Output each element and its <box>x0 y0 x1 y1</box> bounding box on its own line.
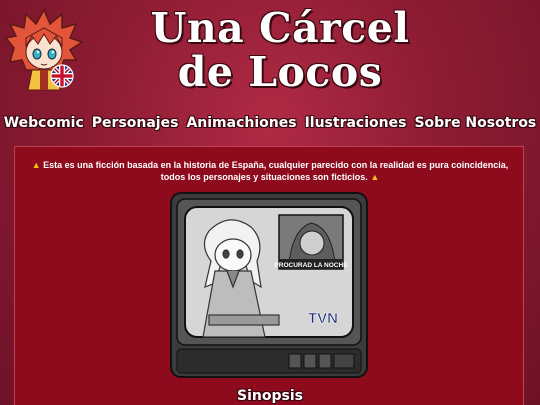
nav-item-animachiones[interactable]: Animachiones <box>186 112 296 138</box>
site-title-line2: de Locos <box>177 48 383 96</box>
nav-item-sobre-nosotros[interactable]: Sobre Nosotros <box>414 112 536 138</box>
section-heading-synopsis: Sinopsis <box>237 388 303 404</box>
disclaimer-text: Esta es una ficción basada en la histori… <box>43 160 509 182</box>
tv-illustration[interactable]: PROCURAD LA NOCHE TVN <box>169 191 369 381</box>
warning-icon: ▲ <box>31 160 41 170</box>
uk-flag-icon <box>50 64 74 88</box>
tv-image: PROCURAD LA NOCHE TVN <box>170 192 368 378</box>
nav-item-ilustraciones[interactable]: Ilustraciones <box>305 112 407 138</box>
warning-icon: ▲ <box>370 172 380 182</box>
site-title-line1: Una Cárcel <box>150 4 410 52</box>
nav-item-personajes[interactable]: Personajes <box>92 112 179 138</box>
disclaimer-notice: ▲ Esta es una ficción basada en la histo… <box>25 159 515 183</box>
tv-inset-caption: PROCURAD LA NOCHE <box>274 262 348 269</box>
nav-item-webcomic[interactable]: Webcomic <box>4 112 84 138</box>
site-title[interactable]: Una Cárcel de Locos <box>140 6 420 102</box>
tv-channel-logo: TVN <box>308 310 338 327</box>
main-nav: Webcomic Personajes Animachiones Ilustra… <box>0 112 540 138</box>
language-switch-button[interactable] <box>50 64 74 88</box>
main-content-panel: ▲ Esta es una ficción basada en la histo… <box>14 146 524 405</box>
